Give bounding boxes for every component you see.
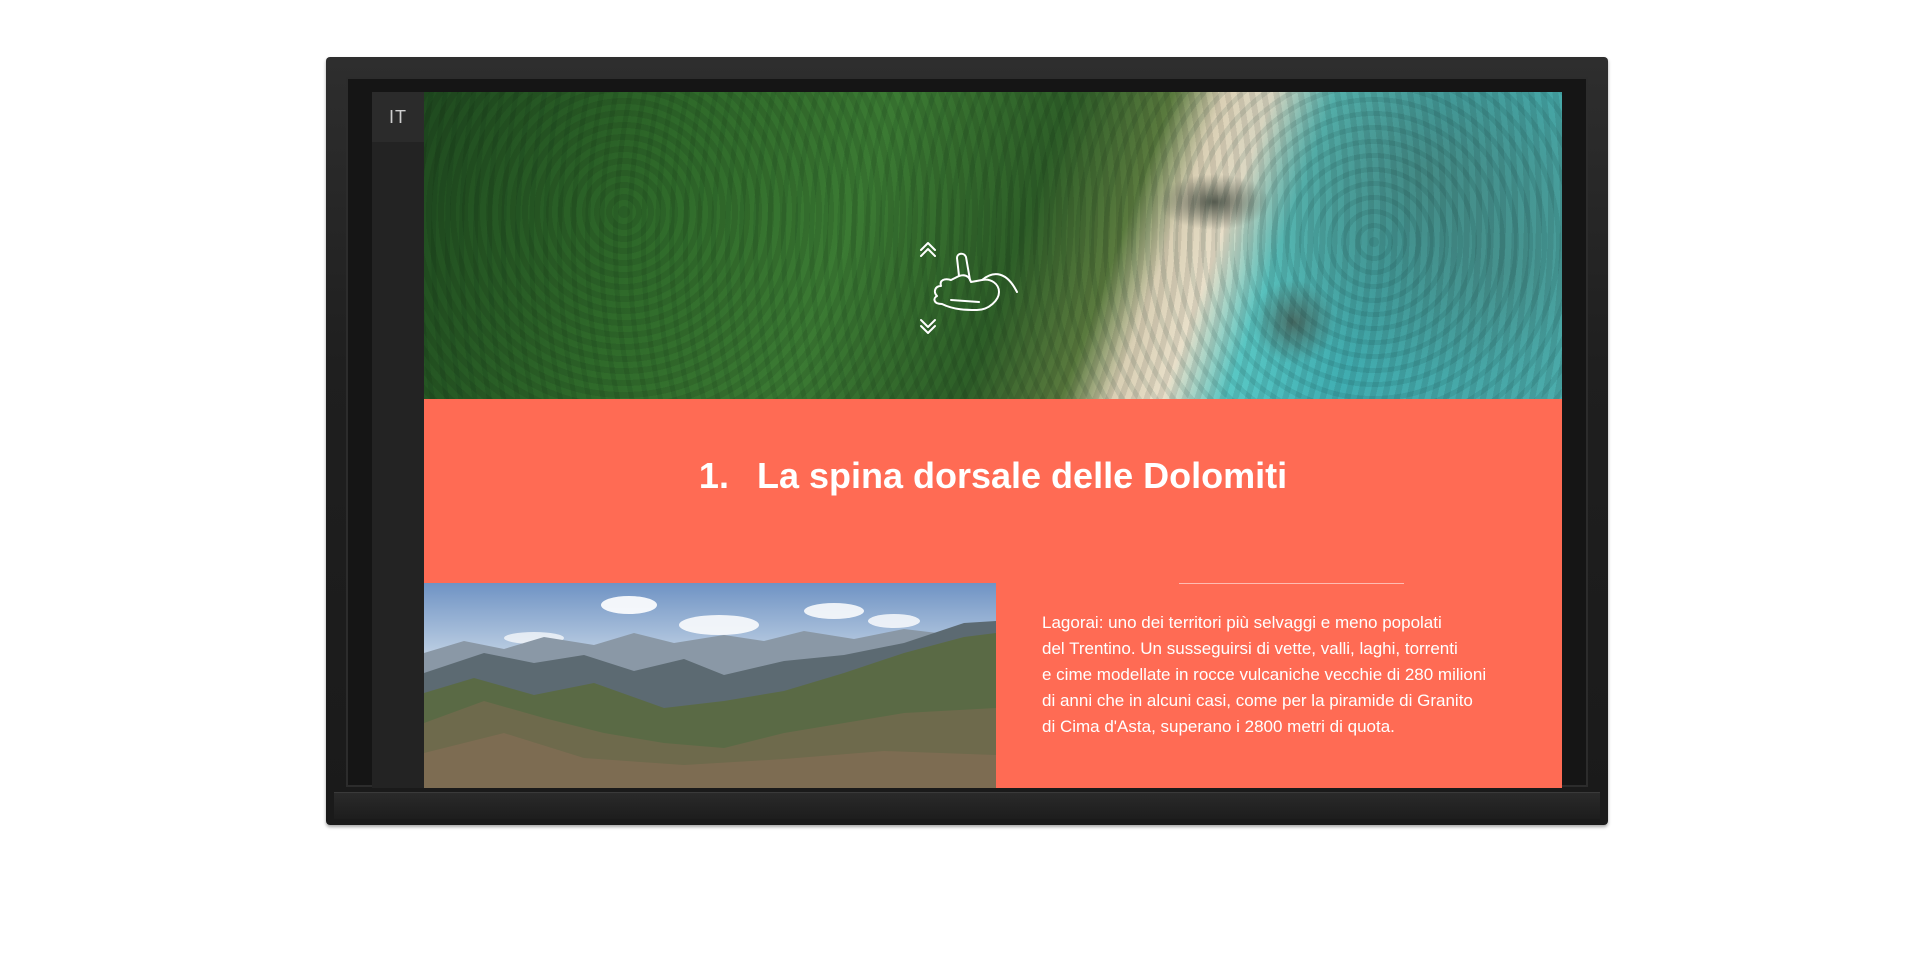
slide-title-text: La spina dorsale delle Dolomiti	[756, 455, 1288, 496]
aerial-coast-video[interactable]	[424, 92, 1562, 399]
description-line: del Trentino. Un susseguirsi di vette, v…	[1042, 639, 1458, 658]
kiosk-screen: IT 1. La spina dorsale delle Dolomiti La…	[372, 92, 1562, 788]
info-panel: 1. La spina dorsale delle Dolomiti Lagor…	[424, 399, 1562, 788]
swipe-hand-icon	[920, 242, 1018, 334]
description-line: Lagorai: uno dei territori più selvaggi …	[1042, 613, 1442, 632]
left-rail: IT	[372, 92, 424, 788]
monitor-chin	[334, 792, 1600, 819]
mountain-photo[interactable]	[424, 583, 996, 788]
chevron-up-double-icon	[920, 242, 936, 257]
description-line: e cime modellate in rocce vulcaniche vec…	[1042, 665, 1487, 684]
description-line: di Cima d'Asta, superano i 2800 metri di…	[1042, 717, 1395, 736]
slide-number: 1.	[698, 455, 729, 496]
description-text: Lagorai: uno dei territori più selvaggi …	[1042, 610, 1542, 740]
slide-title: 1. La spina dorsale delle Dolomiti	[424, 455, 1562, 497]
language-toggle-button[interactable]: IT	[372, 92, 424, 142]
chevron-down-double-icon	[920, 319, 936, 334]
divider	[1179, 583, 1404, 584]
slide-content: 1. La spina dorsale delle Dolomiti Lagor…	[424, 92, 1562, 788]
description-line: di anni che in alcuni casi, come per la …	[1042, 691, 1473, 710]
